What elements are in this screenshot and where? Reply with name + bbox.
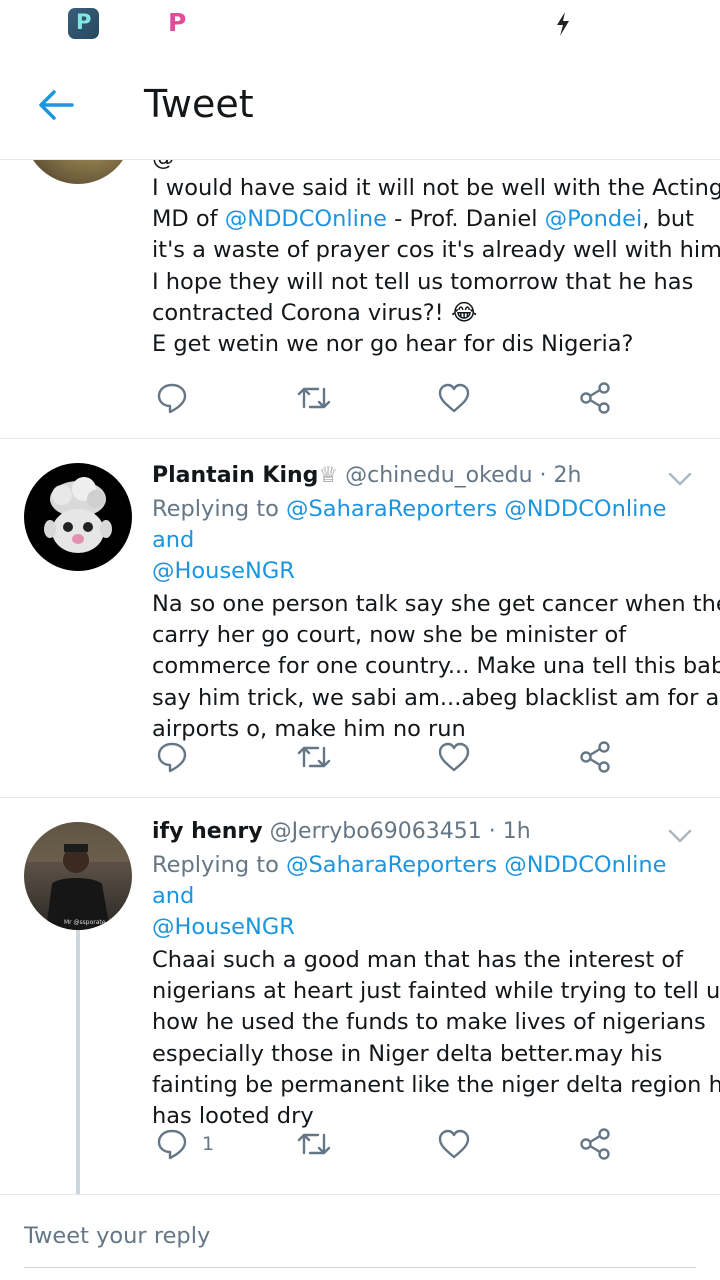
- tweet-actions: [0, 737, 720, 777]
- tweet-meta: ify henry @Jerrybo69063451 · 1h: [152, 817, 700, 847]
- timestamp: · 1h: [488, 819, 531, 844]
- tweet-text-line: commerce for one country... Make una tel…: [152, 653, 720, 680]
- tweet-actions: 1: [0, 1124, 720, 1164]
- tweet-text-line: nigerians at heart just fainted while tr…: [152, 978, 720, 1005]
- like-button[interactable]: [438, 1124, 470, 1164]
- share-button[interactable]: [578, 1124, 612, 1164]
- tweet-text-line: contracted Corona virus?! 😂: [152, 299, 478, 326]
- tweet-text-line: say him trick, we sabi am...abeg blackli…: [152, 684, 720, 711]
- like-button[interactable]: [438, 737, 470, 777]
- display-name[interactable]: ify henry: [152, 819, 263, 844]
- retweet-icon: [297, 746, 331, 768]
- handle[interactable]: @chinedu_okedu: [345, 463, 532, 488]
- share-icon: [580, 382, 610, 414]
- retweet-icon: [297, 1133, 331, 1155]
- app-header: Tweet: [0, 50, 720, 160]
- tweet-text-line: E get wetin we nor go hear for dis Niger…: [152, 331, 634, 358]
- reply-button[interactable]: [156, 378, 202, 418]
- reply-icon: [157, 383, 187, 414]
- reply-composer: [0, 1194, 720, 1280]
- display-name[interactable]: Plantain King: [152, 463, 318, 488]
- timestamp: · 2h: [539, 463, 582, 488]
- like-icon: [438, 742, 470, 772]
- replying-to: Replying to @SaharaReporters @NDDCOnline…: [152, 496, 667, 584]
- avatar-mouse-icon: [44, 477, 112, 553]
- replying-mentions[interactable]: @HouseNGR: [152, 558, 295, 584]
- tweet-text-line: carry her go court, now she be minister …: [152, 622, 627, 649]
- tweet-actions: [0, 378, 720, 418]
- avatar[interactable]: Mr @ssporate: [24, 822, 132, 930]
- mention-link[interactable]: @Pondei: [545, 206, 643, 232]
- reply-icon: [157, 742, 187, 773]
- reply-button[interactable]: [156, 737, 202, 777]
- avatar[interactable]: [24, 463, 132, 571]
- share-icon: [580, 741, 610, 773]
- tweet-text-line: how he used the funds to make lives of n…: [152, 1009, 706, 1036]
- tweet[interactable]: Mr @ssporate ify henry @Jerrybo69063451 …: [0, 798, 720, 1194]
- tweet-text-line: fainting be permanent like the niger del…: [152, 1071, 720, 1098]
- chevron-down-icon[interactable]: [668, 471, 692, 487]
- retweet-button[interactable]: [296, 737, 332, 777]
- page-title: Tweet: [144, 82, 254, 126]
- reply-icon: [157, 1129, 187, 1160]
- reply-count: 1: [202, 1133, 215, 1155]
- avatar-person-icon: Mr @ssporate: [24, 822, 132, 930]
- tweet-text-line: MD of @NDDCOnline - Prof. Daniel @Pondei…: [152, 206, 694, 233]
- handle[interactable]: @Jerrybo69063451: [270, 819, 482, 844]
- crown-icon: ♕: [318, 463, 339, 488]
- chevron-down-icon[interactable]: [668, 828, 692, 844]
- like-icon: [438, 383, 470, 413]
- reply-button[interactable]: 1: [156, 1124, 214, 1164]
- retweet-icon: [297, 387, 331, 409]
- share-button[interactable]: [578, 737, 612, 777]
- tweet-meta: Plantain King♕ @chinedu_okedu · 2h: [152, 461, 700, 491]
- tweet[interactable]: Plantain King♕ @chinedu_okedu · 2h Reply…: [0, 439, 720, 797]
- like-icon: [438, 1129, 470, 1159]
- replying-to: Replying to @SaharaReporters @NDDCOnline…: [152, 852, 667, 940]
- retweet-button[interactable]: [296, 378, 332, 418]
- replying-mentions[interactable]: @HouseNGR: [152, 914, 295, 940]
- svg-text:Mr @ssporate: Mr @ssporate: [64, 919, 106, 926]
- tweet-text: I would have said it will not be well wi…: [152, 173, 720, 360]
- tweet-text-line: I hope they will not tell us tomorrow th…: [152, 268, 694, 295]
- mention-link[interactable]: @NDDCOnline: [225, 206, 387, 232]
- tweet-text-line: especially those in Niger delta better.m…: [152, 1040, 663, 1067]
- tweet-text-line: Na so one person talk say she get cancer…: [152, 591, 720, 617]
- tweet-text-line: I would have said it will not be well wi…: [152, 175, 720, 201]
- share-icon: [580, 1128, 610, 1160]
- tweet-text-line: Chaai such a good man that has the inter…: [152, 947, 684, 973]
- tweet-text-line: it's a waste of prayer cos it's already …: [152, 237, 720, 264]
- arrow-left-icon[interactable]: [36, 85, 76, 125]
- retweet-button[interactable]: [296, 1124, 332, 1164]
- reply-underline: [24, 1267, 696, 1268]
- tweet-text: Chaai such a good man that has the inter…: [152, 945, 720, 1132]
- share-button[interactable]: [578, 378, 612, 418]
- like-button[interactable]: [438, 378, 470, 418]
- reply-input[interactable]: [24, 1223, 696, 1249]
- tweet-text: Na so one person talk say she get cancer…: [152, 589, 720, 745]
